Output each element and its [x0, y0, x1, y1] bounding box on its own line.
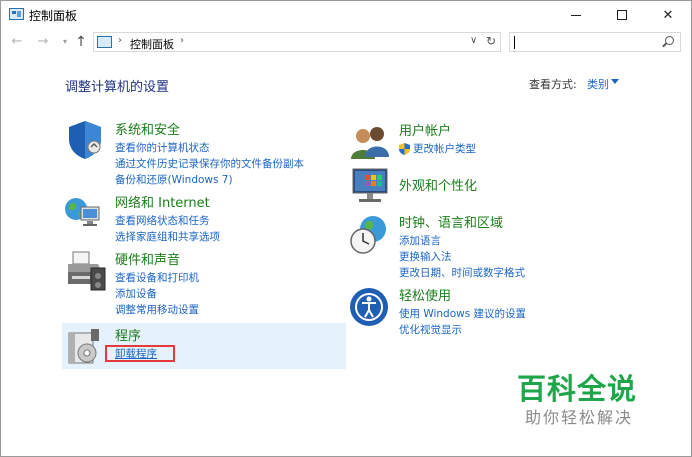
forward-button[interactable]: →: [35, 33, 51, 51]
chevron-down-icon: ▾: [62, 37, 67, 46]
view-by-dropdown[interactable]: 类别: [587, 76, 609, 92]
link-view-computer-status[interactable]: 查看你的计算机状态: [115, 140, 304, 156]
minimize-button[interactable]: [553, 1, 599, 29]
link-date-time-format[interactable]: 更改日期、时间或数字格式: [399, 265, 525, 281]
shield-icon: [69, 121, 101, 159]
arrow-right-icon: →: [37, 34, 49, 49]
category-title[interactable]: 外观和个性化: [399, 175, 477, 194]
link-optimize-visual-display[interactable]: 优化视觉显示: [399, 322, 526, 338]
category-title[interactable]: 网络和 Internet: [115, 192, 220, 211]
back-button[interactable]: ←: [9, 33, 25, 51]
close-button[interactable]: ✕: [645, 1, 691, 29]
chevron-down-icon[interactable]: [611, 79, 619, 84]
link-file-history-backup[interactable]: 通过文件历史记录保存你的文件备份副本: [115, 156, 304, 172]
address-dropdown-icon[interactable]: ∨: [470, 35, 477, 46]
link-mobility-settings[interactable]: 调整常用移动设置: [115, 302, 199, 318]
category-appearance-personalization: 外观和个性化: [399, 175, 477, 196]
window-title: 控制面板: [29, 9, 78, 23]
users-icon: [351, 127, 389, 159]
link-homegroup-sharing[interactable]: 选择家庭组和共享选项: [115, 229, 220, 245]
title-bar[interactable]: 控制面板 ✕: [1, 1, 691, 29]
annotation-highlight-box: [105, 345, 175, 362]
category-clock-language-region: 时钟、语言和区域 添加语言 更换输入法 更改日期、时间或数字格式: [399, 212, 525, 282]
link-add-language[interactable]: 添加语言: [399, 233, 525, 249]
link-add-device[interactable]: 添加设备: [115, 286, 199, 302]
category-title[interactable]: 用户帐户: [399, 120, 476, 139]
category-title[interactable]: 系统和安全: [115, 119, 304, 138]
address-bar[interactable]: › 控制面板 › ∨ ↻: [93, 32, 501, 52]
category-title[interactable]: 轻松使用: [399, 285, 526, 304]
recent-locations-button[interactable]: ▾: [57, 33, 73, 51]
search-icon[interactable]: [665, 36, 674, 45]
text-cursor: [514, 36, 515, 49]
control-panel-icon: [9, 8, 24, 20]
arrow-up-icon: ↑: [75, 34, 87, 50]
category-system-security: 系统和安全 查看你的计算机状态 通过文件历史记录保存你的文件备份副本 备份和还原…: [115, 119, 304, 189]
watermark-brand: 百科全说: [517, 372, 638, 406]
link-recommended-settings[interactable]: 使用 Windows 建议的设置: [399, 306, 526, 322]
category-user-accounts: 用户帐户 更改帐户类型: [399, 120, 476, 157]
accessibility-icon: [350, 288, 388, 326]
page-title: 调整计算机的设置: [65, 80, 170, 95]
category-title[interactable]: 程序: [115, 325, 157, 344]
uac-shield-icon: [399, 143, 410, 155]
link-network-status[interactable]: 查看网络状态和任务: [115, 213, 220, 229]
maximize-icon: [617, 10, 627, 20]
search-input[interactable]: [509, 32, 681, 52]
category-title[interactable]: 时钟、语言和区域: [399, 212, 525, 231]
breadcrumb-control-panel[interactable]: 控制面板: [130, 36, 174, 52]
link-change-input-method[interactable]: 更换输入法: [399, 249, 525, 265]
view-by-label: 查看方式:: [529, 78, 577, 91]
control-panel-window: 控制面板 ✕ ← → ▾ ↑ › 控制面板 › ∨ ↻ 调整计算机的设置 查看方…: [0, 0, 692, 457]
category-network-internet: 网络和 Internet 查看网络状态和任务 选择家庭组和共享选项: [115, 192, 220, 245]
link-backup-restore[interactable]: 备份和还原(Windows 7): [115, 172, 304, 188]
category-hardware-sound: 硬件和声音 查看设备和打印机 添加设备 调整常用移动设置: [115, 249, 199, 319]
close-icon: ✕: [662, 7, 674, 23]
maximize-button[interactable]: [599, 1, 645, 29]
link-devices-printers[interactable]: 查看设备和打印机: [115, 270, 199, 286]
breadcrumb-separator-icon[interactable]: ›: [180, 35, 184, 46]
watermark-slogan: 助你轻松解决: [525, 408, 634, 427]
control-panel-icon: [97, 36, 112, 48]
link-label: 更改帐户类型: [413, 143, 476, 155]
refresh-icon[interactable]: ↻: [486, 34, 496, 48]
navigation-bar: ← → ▾ ↑ › 控制面板 › ∨ ↻: [1, 29, 691, 55]
main-content: 调整计算机的设置 查看方式: 类别 系统和安全 查看你的计算机状态 通过文件历史…: [1, 55, 691, 456]
printer-icon: [68, 251, 106, 291]
network-globe-icon: [65, 198, 100, 226]
display-palette-icon: [352, 168, 388, 202]
breadcrumb-separator-icon[interactable]: ›: [118, 35, 122, 46]
category-title[interactable]: 硬件和声音: [115, 249, 199, 268]
link-change-account-type[interactable]: 更改帐户类型: [399, 141, 476, 157]
category-ease-of-access: 轻松使用 使用 Windows 建议的设置 优化视觉显示: [399, 285, 526, 338]
arrow-left-icon: ←: [11, 34, 23, 49]
minimize-icon: [571, 14, 581, 16]
clock-globe-icon: [350, 216, 386, 254]
up-button[interactable]: ↑: [73, 33, 89, 51]
programs-icon: [68, 329, 99, 364]
